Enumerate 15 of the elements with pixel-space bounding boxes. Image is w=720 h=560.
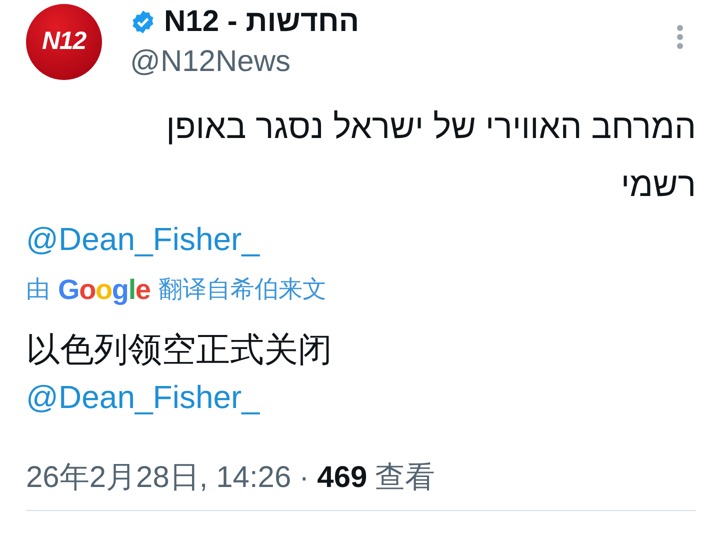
google-logo: Google [58, 273, 150, 307]
translated-text: 以色列领空正式关闭 [26, 330, 333, 371]
views-label: 查看 [375, 460, 436, 496]
translation-prefix: 由 [26, 275, 50, 305]
mention-link[interactable]: @Dean_Fisher_ [26, 374, 260, 420]
view-count: 469 [317, 460, 368, 496]
tweet-text: המרחב האווירי של ישראל נסגר באופן רשמי [165, 107, 696, 206]
tweet-timestamp: 26年2月28日, 14:26 [26, 460, 292, 496]
translation-link[interactable]: 翻译自希伯来文 [158, 272, 326, 308]
mention-link[interactable]: @Dean_Fisher_ [26, 214, 260, 264]
author-name: החדשות - N12 [164, 4, 360, 40]
avatar[interactable]: N12 [26, 4, 102, 80]
separator-dot: · [299, 460, 310, 496]
more-options-icon[interactable] [676, 24, 684, 50]
author-handle: @N12News [130, 44, 292, 80]
